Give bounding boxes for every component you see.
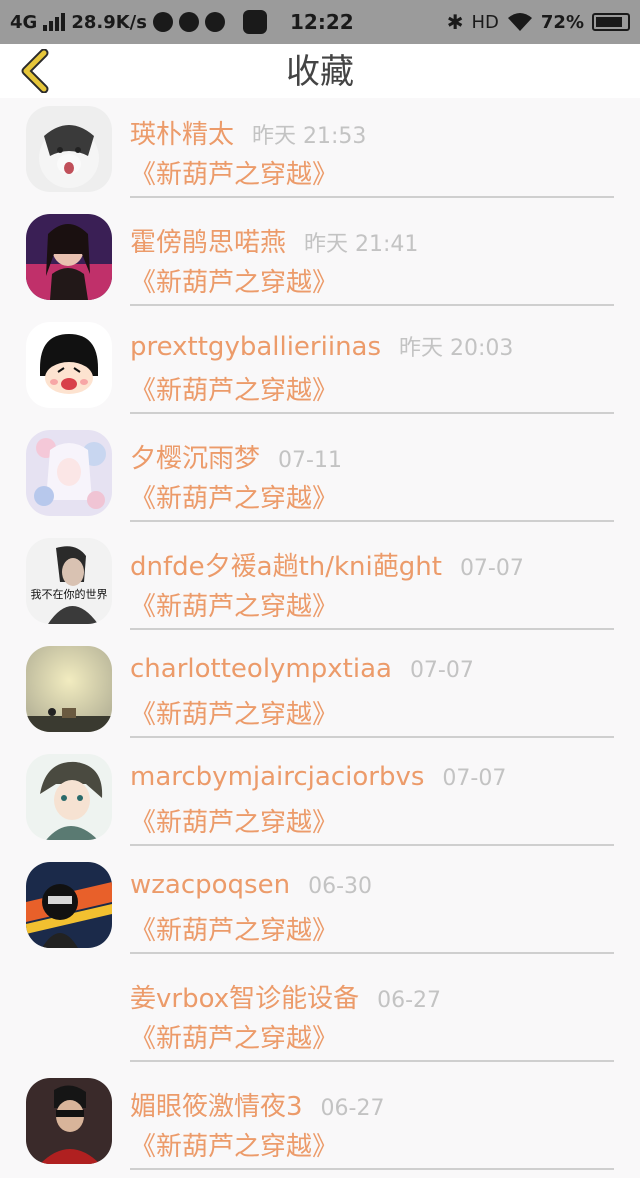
timestamp: 07-07 [459, 556, 524, 581]
user-name: 媚眼筱激情夜3 [130, 1092, 303, 1122]
entry-header: charlotteolympxtiaa 07-07 [130, 654, 474, 690]
timestamp: 昨天 21:53 [252, 124, 367, 149]
divider [130, 520, 614, 522]
entry-header: dnfde夕褑a趟th/kni葩ght 07-07 [130, 546, 524, 582]
timestamp: 07-07 [442, 766, 507, 791]
user-name: 夕樱沉雨梦 [130, 444, 261, 474]
network-type: 4G [10, 11, 38, 33]
avatar[interactable] [26, 106, 112, 192]
network-speed: 28.9K/s [71, 11, 147, 33]
wifi-icon [507, 13, 532, 31]
user-name: 霍傍鹃思喏燕 [130, 228, 287, 258]
signal-icon [43, 13, 66, 31]
list-item[interactable]: prexttgyballieriinas 昨天 20:03 《新葫芦之穿越》 [0, 314, 640, 422]
avatar[interactable] [26, 430, 112, 516]
clock: 12:22 [290, 10, 354, 34]
nav-header: 收藏 [0, 44, 640, 98]
divider [130, 628, 614, 630]
timestamp: 昨天 21:41 [304, 232, 419, 257]
work-title: 《新葫芦之穿越》 [130, 700, 339, 730]
avatar[interactable] [26, 754, 112, 840]
list-item[interactable]: 瑛朴精太 昨天 21:53 《新葫芦之穿越》 [0, 98, 640, 206]
app-notification-icon [152, 12, 173, 32]
avatar[interactable]: 我不在你的世界 [26, 538, 112, 624]
entry-header: 夕樱沉雨梦 07-11 [130, 438, 342, 474]
bluetooth-icon: ✱ [446, 10, 464, 34]
divider [130, 196, 614, 198]
work-title: 《新葫芦之穿越》 [130, 268, 339, 298]
timestamp: 06-27 [377, 988, 442, 1013]
divider [130, 1168, 614, 1170]
timestamp: 06-30 [308, 874, 373, 899]
avatar[interactable] [26, 1078, 112, 1164]
list-item[interactable]: 霍傍鹃思喏燕 昨天 21:41 《新葫芦之穿越》 [0, 206, 640, 314]
entry-header: 瑛朴精太 昨天 21:53 [130, 114, 366, 150]
list-item[interactable]: charlotteolympxtiaa 07-07 《新葫芦之穿越》 [0, 638, 640, 746]
timestamp: 昨天 20:03 [399, 336, 514, 361]
hd-indicator: HD [471, 11, 499, 33]
avatar[interactable] [26, 970, 112, 1056]
entry-header: 姜vrbox智诊能设备 06-27 [130, 978, 441, 1014]
timestamp: 07-11 [278, 448, 342, 473]
battery-icon [592, 13, 630, 31]
entry-header: prexttgyballieriinas 昨天 20:03 [130, 330, 513, 366]
divider [130, 736, 614, 738]
app-icon [242, 10, 267, 34]
work-title: 《新葫芦之穿越》 [130, 1132, 339, 1162]
list-item[interactable]: 姜vrbox智诊能设备 06-27 《新葫芦之穿越》 [0, 962, 640, 1070]
entry-header: 霍傍鹃思喏燕 昨天 21:41 [130, 222, 418, 258]
user-name: prexttgyballieriinas [130, 332, 382, 362]
list-item[interactable]: 媚眼筱激情夜3 06-27 《新葫芦之穿越》 [0, 1070, 640, 1178]
svg-text:我不在你的世界: 我不在你的世界 [31, 587, 108, 601]
work-title: 《新葫芦之穿越》 [130, 160, 339, 190]
timestamp: 07-07 [409, 658, 474, 683]
list-item[interactable]: 我不在你的世界 dnfde夕褑a趟th/kni葩ght 07-07 《新葫芦之穿… [0, 530, 640, 638]
battery-percent: 72% [540, 11, 584, 33]
page-title: 收藏 [286, 52, 354, 92]
message-icon [178, 12, 199, 32]
work-title: 《新葫芦之穿越》 [130, 1024, 339, 1054]
media-icon [204, 12, 225, 32]
user-name: dnfde夕褑a趟th/kni葩ght [130, 552, 442, 582]
divider [130, 844, 614, 846]
avatar[interactable] [26, 646, 112, 732]
divider [130, 952, 614, 954]
work-title: 《新葫芦之穿越》 [130, 592, 339, 622]
divider [130, 412, 614, 414]
work-title: 《新葫芦之穿越》 [130, 916, 339, 946]
user-name: charlotteolympxtiaa [130, 654, 392, 684]
avatar[interactable] [26, 214, 112, 300]
avatar[interactable] [26, 862, 112, 948]
divider [130, 1060, 614, 1062]
user-name: marcbymjaircjaciorbvs [130, 762, 425, 792]
status-bar: 4G 28.9K/s 12:22 ✱ HD 72% [0, 0, 640, 44]
work-title: 《新葫芦之穿越》 [130, 808, 339, 838]
user-name: wzacpoqsen [130, 870, 291, 900]
work-title: 《新葫芦之穿越》 [130, 376, 339, 406]
entry-header: marcbymjaircjaciorbvs 07-07 [130, 762, 506, 798]
avatar[interactable] [26, 322, 112, 408]
user-name: 瑛朴精太 [130, 120, 235, 150]
favorites-list: 瑛朴精太 昨天 21:53 《新葫芦之穿越》 霍傍鹃思喏燕 昨天 21:41 《… [0, 98, 640, 1178]
work-title: 《新葫芦之穿越》 [130, 484, 339, 514]
list-item[interactable]: 夕樱沉雨梦 07-11 《新葫芦之穿越》 [0, 422, 640, 530]
entry-header: wzacpoqsen 06-30 [130, 870, 372, 906]
list-item[interactable]: wzacpoqsen 06-30 《新葫芦之穿越》 [0, 854, 640, 962]
list-item[interactable]: marcbymjaircjaciorbvs 07-07 《新葫芦之穿越》 [0, 746, 640, 854]
divider [130, 304, 614, 306]
timestamp: 06-27 [320, 1096, 385, 1121]
entry-header: 媚眼筱激情夜3 06-27 [130, 1086, 384, 1122]
user-name: 姜vrbox智诊能设备 [130, 984, 360, 1014]
